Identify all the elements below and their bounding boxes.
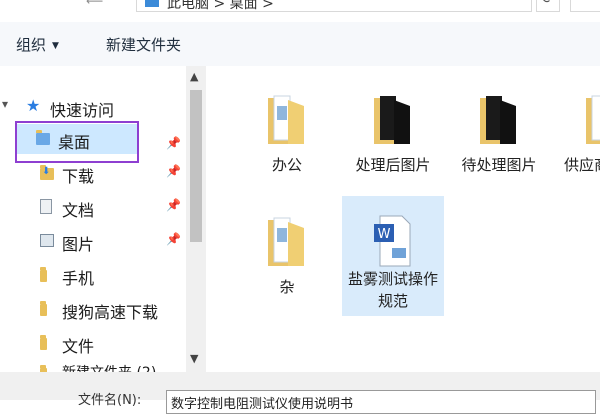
- desktop-folder-icon: [36, 130, 50, 145]
- new-folder-button[interactable]: 新建文件夹: [106, 34, 181, 55]
- file-name: 处理后图片: [355, 156, 431, 174]
- file-name: 供应商: [564, 156, 600, 174]
- refresh-button[interactable]: ⟳: [536, 0, 560, 12]
- word-document-icon: W: [374, 215, 411, 267]
- folder-icon: [40, 301, 47, 316]
- documents-folder-icon: [40, 199, 52, 214]
- address-row: ⟵ 此电脑 > 桌面 > ⟳: [0, 0, 600, 14]
- file-list: 办公 处理后图片 待处理图片 供应商 杂: [206, 66, 600, 372]
- back-arrow-icon[interactable]: ⟵: [86, 0, 103, 8]
- toolbar: 组织 ▼ 新建文件夹: [0, 22, 600, 67]
- sidebar-item-label: 搜狗高速下载: [62, 303, 159, 322]
- scrollbar-thumb[interactable]: [190, 90, 202, 242]
- star-icon: ★: [26, 96, 41, 115]
- scroll-down-icon[interactable]: ▼: [190, 352, 198, 365]
- address-bar[interactable]: 此电脑 > 桌面 >: [136, 0, 532, 12]
- sidebar-item-files[interactable]: 文件: [0, 328, 186, 358]
- file-name: 待处理图片: [461, 156, 537, 174]
- sidebar-item-label: 图片: [62, 235, 95, 254]
- download-arrow-icon: ⬇: [42, 166, 51, 177]
- file-name: 盐雾测试操作规范: [347, 270, 438, 310]
- pin-icon[interactable]: 📌: [166, 198, 181, 212]
- sidebar-item-pictures[interactable]: 图片 📌: [0, 226, 186, 256]
- organize-label: 组织: [16, 36, 47, 54]
- folder-icon: [40, 335, 47, 350]
- pin-icon[interactable]: 📌: [166, 136, 181, 150]
- sidebar-item-label: 手机: [62, 269, 95, 288]
- sidebar-item-label: 下载: [62, 167, 95, 186]
- file-name: 杂: [279, 278, 295, 296]
- file-item-folder[interactable]: 处理后图片: [342, 74, 444, 192]
- file-name: 办公: [271, 156, 302, 174]
- svg-text:W: W: [378, 227, 391, 242]
- address-path: 此电脑 > 桌面 >: [167, 0, 274, 12]
- file-item-folder[interactable]: 供应商: [554, 74, 600, 192]
- sidebar-item-label: 桌面: [58, 133, 91, 152]
- sidebar-item-label: 新建文件夹 (2): [62, 362, 156, 372]
- pin-icon[interactable]: 📌: [166, 164, 181, 178]
- file-item-folder[interactable]: 待处理图片: [448, 74, 550, 192]
- quick-access-header[interactable]: ▾ ★ 快速访问: [0, 92, 186, 122]
- folder-icon: [40, 267, 47, 282]
- nav-scrollbar[interactable]: ▲ ▼: [186, 66, 206, 372]
- folder-icon: [586, 95, 600, 144]
- folder-icon: [268, 217, 304, 266]
- refresh-icon: ⟳: [542, 0, 554, 7]
- file-item-folder[interactable]: 杂: [236, 196, 338, 314]
- folder-icon: [268, 95, 304, 144]
- file-item-document[interactable]: W 盐雾测试操作规范: [342, 196, 444, 316]
- sidebar-item-label: 文档: [62, 201, 95, 220]
- search-input[interactable]: [570, 0, 600, 12]
- desktop-icon: [145, 0, 159, 7]
- pictures-folder-icon: [40, 234, 54, 247]
- sidebar-item-phone[interactable]: 手机: [0, 260, 186, 290]
- save-bar: 文件名(N): 数字控制电阻测试仪使用说明书: [0, 372, 600, 414]
- filename-label: 文件名(N):: [78, 393, 142, 408]
- sidebar-item-desktop[interactable]: 桌面: [16, 124, 138, 154]
- filename-input[interactable]: 数字控制电阻测试仪使用说明书: [166, 390, 596, 414]
- sidebar-item-label: 文件: [62, 337, 95, 356]
- sidebar-item-new-folder-2[interactable]: 新建文件夹 (2): [0, 360, 186, 372]
- dark-folder-icon: [480, 96, 516, 144]
- sidebar-item-documents[interactable]: 文档 📌: [0, 192, 186, 222]
- file-item-folder[interactable]: 办公: [236, 74, 338, 192]
- organize-button[interactable]: 组织 ▼: [16, 34, 59, 55]
- dark-folder-icon: [374, 96, 410, 144]
- scroll-up-icon[interactable]: ▲: [190, 70, 198, 83]
- chevron-down-icon: ▼: [52, 41, 59, 51]
- quick-access-label: 快速访问: [50, 101, 115, 120]
- chevron-expand-icon[interactable]: ▾: [2, 97, 8, 111]
- sidebar-item-downloads[interactable]: ⬇ 下载 📌: [0, 158, 186, 188]
- pin-icon[interactable]: 📌: [166, 232, 181, 246]
- sidebar-item-sogou-download[interactable]: 搜狗高速下载: [0, 294, 186, 324]
- navigation-pane: ▾ ★ 快速访问 桌面 📌 ⬇ 下载 📌 文档 📌 图片 📌 手机 搜狗高速下载…: [0, 66, 186, 372]
